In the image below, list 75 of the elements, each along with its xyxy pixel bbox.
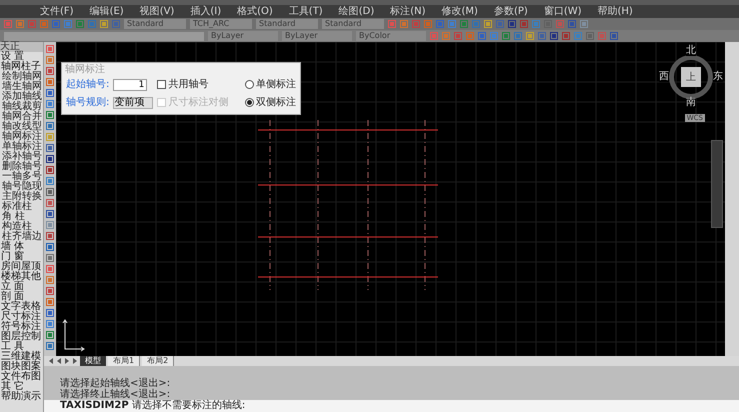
sidebar-item[interactable]: 构造柱 xyxy=(0,222,43,232)
command-prompt: TAXISDIM2P 请选择不需要标注的轴线: xyxy=(60,400,246,411)
sidebar-item[interactable]: 墙生轴网 xyxy=(0,82,43,92)
sidebar-item[interactable]: 轴网合并 xyxy=(0,112,43,122)
menu-item[interactable]: 绘图(D) xyxy=(338,6,374,18)
sidebar-item[interactable]: 立 面 xyxy=(0,282,43,292)
menu-item[interactable]: 编辑(E) xyxy=(90,6,124,18)
dropdown-field[interactable]: 变前项 xyxy=(113,96,154,108)
menu-item[interactable]: 文件(F) xyxy=(40,6,74,18)
sidebar-item[interactable]: 门 窗 xyxy=(0,252,43,262)
checkbox-label: 共用轴号 xyxy=(168,78,208,92)
dialog-title: 轴网标注 xyxy=(64,63,106,77)
sidebar-item[interactable]: 单轴标注 xyxy=(0,142,43,152)
command-history-line: 请选择起始轴线<退出>: xyxy=(59,378,172,389)
compass-label: 东 xyxy=(713,72,723,82)
side-scrollbar[interactable] xyxy=(725,42,739,356)
sidebar-item[interactable]: 轴线裁剪 xyxy=(0,102,43,112)
compass-label: 北 xyxy=(686,46,696,56)
menu-item[interactable]: 格式(O) xyxy=(237,6,273,18)
checkbox[interactable] xyxy=(157,80,166,89)
compass-label: 南 xyxy=(686,98,696,108)
layer-dropdown[interactable] xyxy=(4,32,204,40)
sidebar-item[interactable]: 添补轴号 xyxy=(0,152,43,162)
field-label: 轴号规则: xyxy=(66,96,110,110)
menu-item[interactable]: 修改(M) xyxy=(442,6,478,18)
sidebar-item[interactable]: 一轴多号 xyxy=(0,172,43,182)
sidebar-item[interactable]: 柱齐墙边 xyxy=(0,232,43,242)
sidebar-item[interactable]: 角 柱 xyxy=(0,212,43,222)
sidebar-item[interactable]: 设 置 xyxy=(0,52,43,62)
cube-face[interactable]: 上 xyxy=(681,67,701,87)
sidebar-item[interactable]: 添加轴线 xyxy=(0,92,43,102)
sidebar-item[interactable]: 删除轴号 xyxy=(0,162,43,172)
field-label: 起始轴号: xyxy=(66,78,110,92)
layout-tab[interactable]: 布局2 xyxy=(142,356,174,366)
menu-item[interactable]: 参数(P) xyxy=(494,6,528,18)
sidebar-item[interactable]: 帮助演示 xyxy=(0,392,43,402)
sidebar-item[interactable]: 标准柱 xyxy=(0,202,43,212)
sidebar-item[interactable]: 绘制轴网 xyxy=(0,72,43,82)
sidebar-item[interactable]: 工 具 xyxy=(0,342,43,352)
compass-label: 西 xyxy=(659,72,669,82)
layout-tab[interactable]: 布局1 xyxy=(108,356,140,366)
command-history-line: 请选择终止轴线<退出>: xyxy=(59,389,172,400)
radio-label: 双侧标注 xyxy=(256,96,296,110)
sidebar-item[interactable]: 剖 面 xyxy=(0,292,43,302)
sidebar-item[interactable]: 其 它 xyxy=(0,382,43,392)
sidebar-item[interactable]: 图层控制 xyxy=(0,332,43,342)
sidebar-item[interactable]: 楼梯其他 xyxy=(0,272,43,282)
sidebar-item[interactable]: 房间屋顶 xyxy=(0,262,43,272)
sidebar-item[interactable]: 尺寸标注 xyxy=(0,312,43,322)
sidebar-item[interactable]: 墙 体 xyxy=(0,242,43,252)
sidebar-title: 天正 xyxy=(0,42,43,52)
sidebar-item[interactable]: 轴改线型 xyxy=(0,122,43,132)
menu-item[interactable]: 插入(I) xyxy=(190,6,222,18)
sidebar-item[interactable]: 轴号隐现 xyxy=(0,182,43,192)
ucs-icon xyxy=(62,318,86,352)
layout-tab[interactable]: 模型 xyxy=(80,356,106,366)
radio-button[interactable] xyxy=(245,80,254,89)
sidebar-item[interactable]: 轴网柱子 xyxy=(0,62,43,72)
menu-item[interactable]: 标注(N) xyxy=(390,6,426,18)
sidebar-item[interactable]: 轴网标注 xyxy=(0,132,43,142)
menu-item[interactable]: 窗口(W) xyxy=(544,6,582,18)
input-field[interactable]: 1 xyxy=(113,78,148,90)
sidebar-item[interactable]: 主附转换 xyxy=(0,192,43,202)
sidebar-item[interactable]: 文字表格 xyxy=(0,302,43,312)
radio-button[interactable] xyxy=(245,98,254,107)
sidebar-item[interactable]: 文件布图 xyxy=(0,372,43,382)
sidebar-item[interactable]: 三维建模 xyxy=(0,352,43,362)
menu-item[interactable]: 工具(T) xyxy=(288,6,323,18)
sidebar-item[interactable]: 符号标注 xyxy=(0,322,43,332)
radio-label: 单侧标注 xyxy=(256,78,296,92)
menu-item[interactable]: 帮助(H) xyxy=(598,6,633,18)
checkbox-label: 尺寸标注对侧 xyxy=(168,96,228,110)
navigation-bar[interactable] xyxy=(711,140,723,228)
sidebar-item[interactable]: 图块图案 xyxy=(0,362,43,372)
menu-item[interactable]: 视图(V) xyxy=(140,6,174,18)
